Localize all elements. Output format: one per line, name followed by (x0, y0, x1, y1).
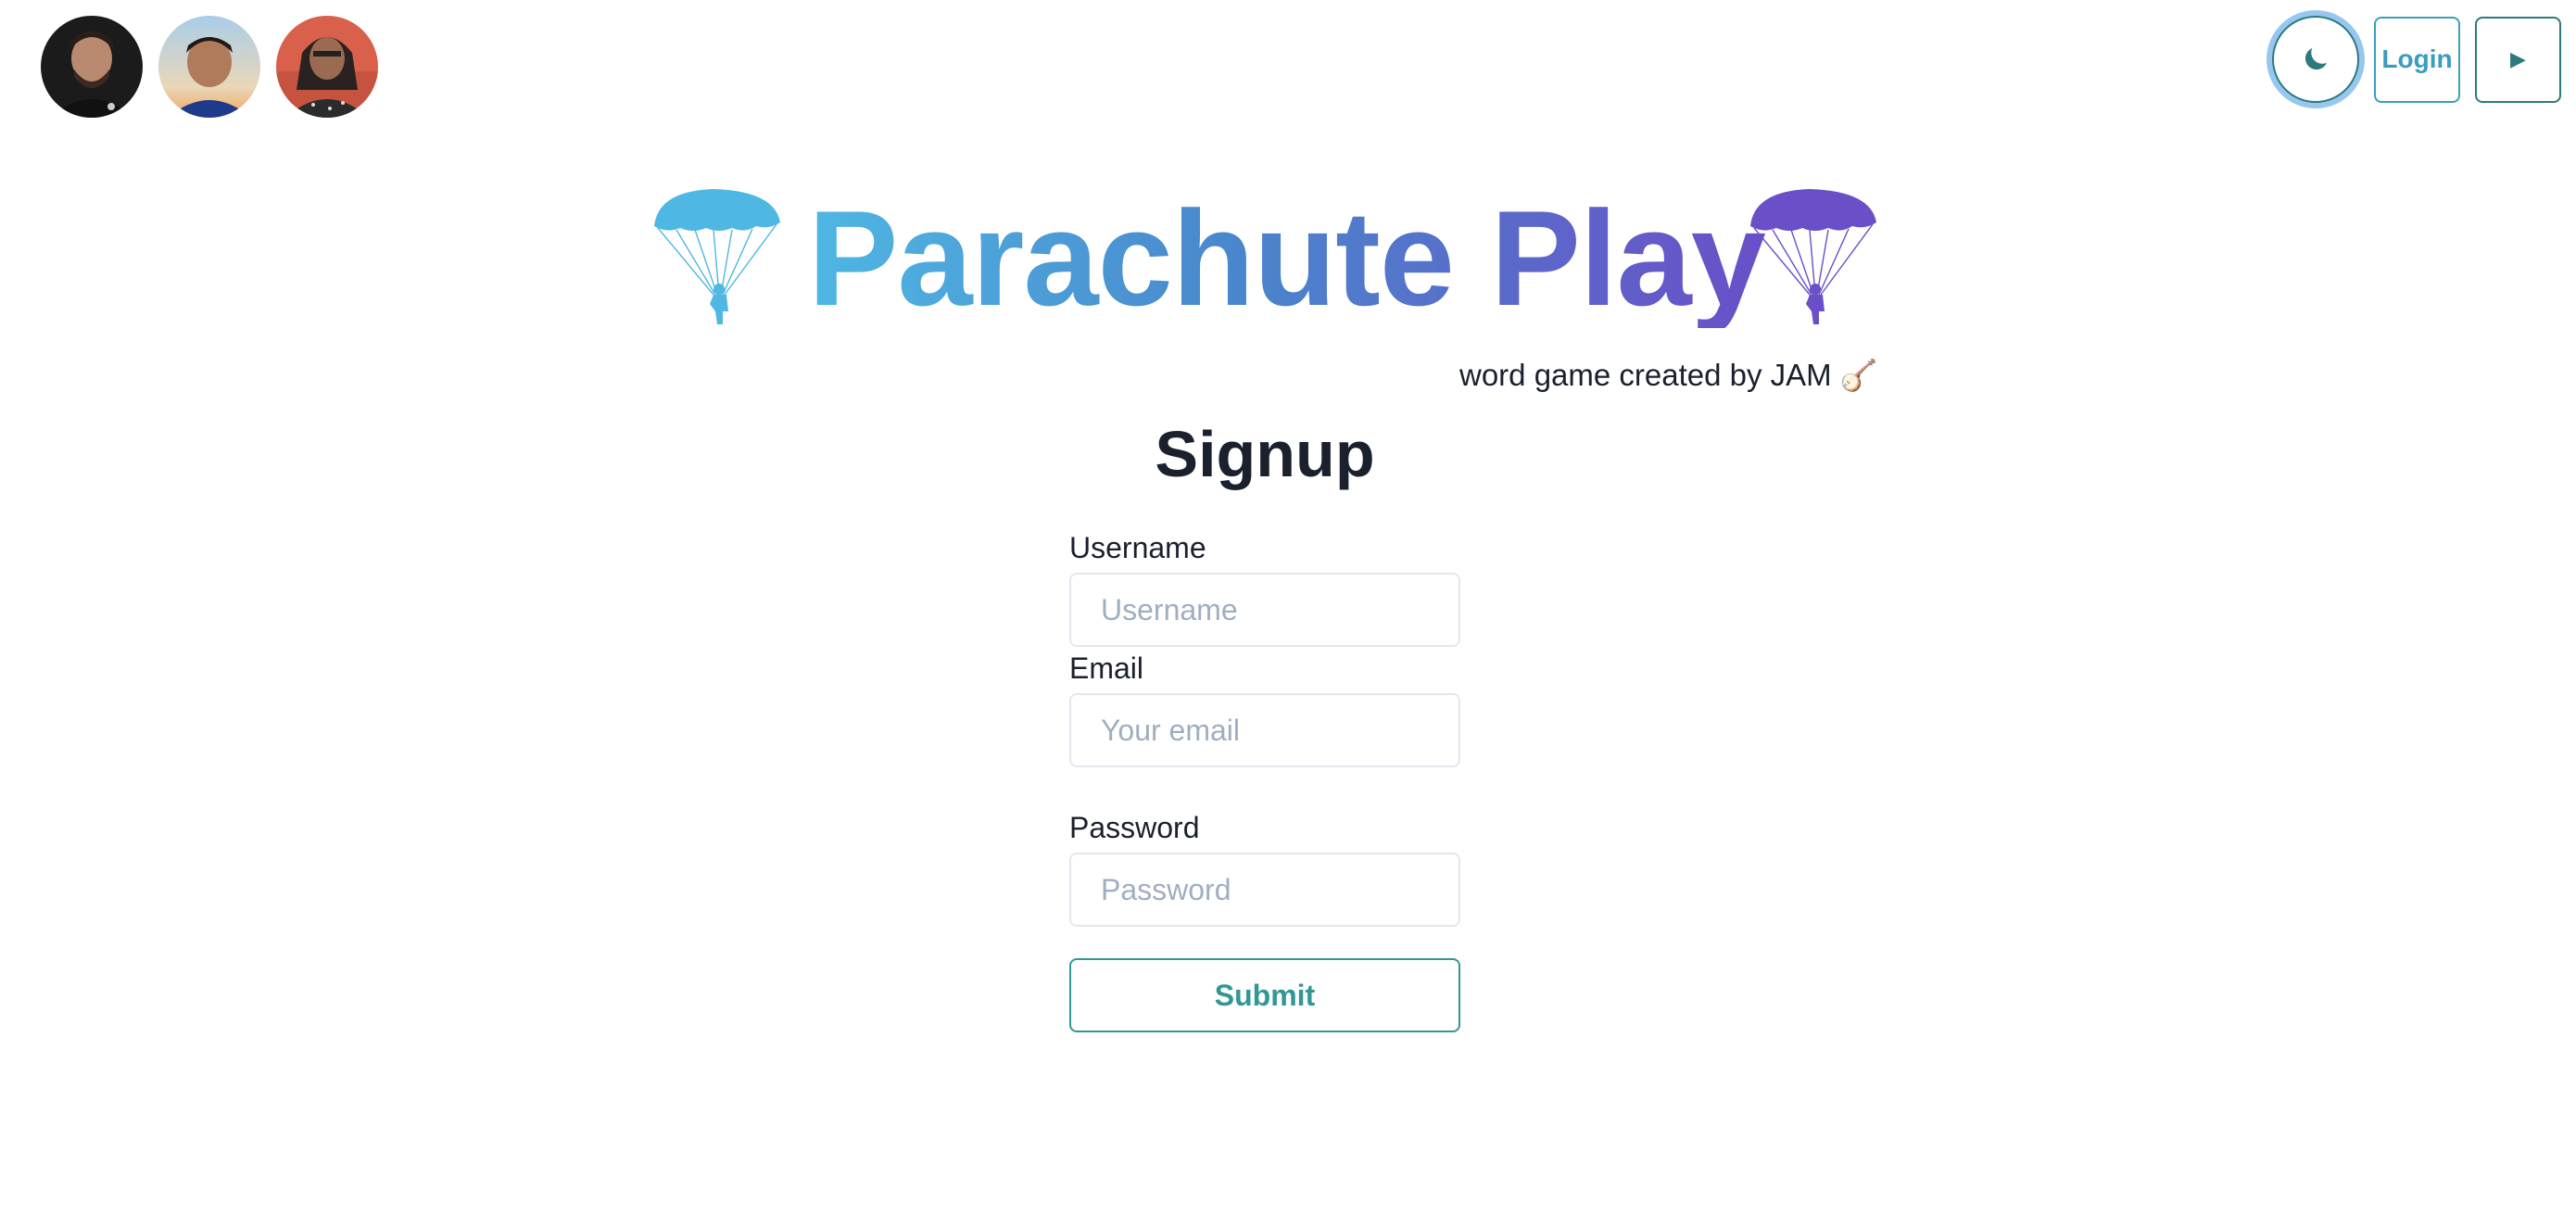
avatar[interactable] (158, 16, 260, 118)
parachute-icon (654, 189, 780, 324)
login-button[interactable]: Login (2374, 16, 2460, 103)
top-toolbar: Login ▶ (2272, 16, 2561, 103)
avatar-photo (158, 16, 260, 118)
email-input[interactable] (1069, 693, 1460, 767)
email-label: Email (1069, 651, 1144, 685)
app-title: Parachute Play (808, 183, 1766, 334)
play-icon: ▶ (2510, 47, 2526, 70)
page: Login ▶ Parachute Play word game created… (0, 0, 2576, 1214)
signup-form: Username Email Password Submit (1069, 526, 1460, 1032)
avatar-photo (276, 16, 378, 118)
play-button[interactable]: ▶ (2475, 16, 2561, 103)
email-field-group: Email (1069, 647, 1460, 767)
username-label: Username (1069, 531, 1206, 564)
avatar[interactable] (276, 16, 378, 118)
signup-heading: Signup (1155, 418, 1375, 490)
parachute-icon (1750, 189, 1876, 324)
avatar[interactable] (41, 16, 143, 118)
username-field-group: Username (1069, 526, 1460, 647)
password-input[interactable] (1069, 853, 1460, 927)
password-field-group: Password (1069, 806, 1460, 927)
avatar-photo (41, 16, 143, 118)
password-label: Password (1069, 811, 1200, 844)
username-input[interactable] (1069, 573, 1460, 647)
moon-icon (2305, 48, 2327, 70)
title-row: Parachute Play (649, 185, 1881, 328)
theme-toggle-button[interactable] (2272, 16, 2359, 103)
subtitle: word game created by JAM 🪕 (1459, 358, 1878, 392)
team-avatars (41, 16, 378, 118)
submit-button[interactable]: Submit (1069, 958, 1460, 1032)
